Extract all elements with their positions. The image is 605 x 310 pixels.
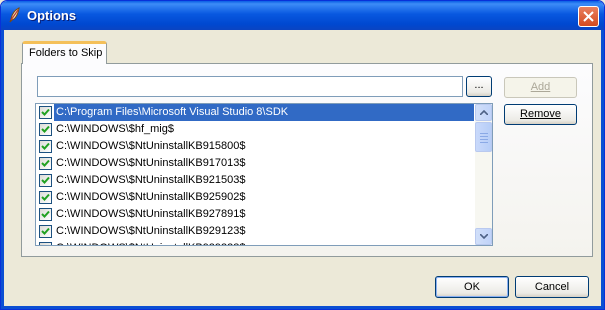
options-dialog: Options Folders to Skip ... Add Remove C… [0,0,605,310]
tab-folders-to-skip[interactable]: Folders to Skip [22,41,107,64]
checkmark-icon [41,176,50,184]
window-title: Options [27,8,77,23]
grip-line [480,136,488,137]
chevron-up-icon [480,110,488,115]
checkbox[interactable] [39,157,52,170]
window-frame-right [601,30,604,309]
skip-folder-list[interactable]: C:\Program Files\Microsoft Visual Studio… [35,103,493,246]
list-item[interactable]: C:\WINDOWS\$hf_mig$ [36,121,474,138]
scroll-thumb[interactable] [475,122,492,152]
add-button-label: Add [530,81,551,93]
folder-path-label: C:\WINDOWS\$NtUninstallKB929338$ [54,240,248,245]
grip-line [480,142,488,143]
window-frame-bottom [1,306,604,309]
checkbox[interactable] [39,174,52,187]
checkbox[interactable] [39,191,52,204]
folder-path-label: C:\WINDOWS\$NtUninstallKB929123$ [56,225,246,237]
list-item[interactable]: C:\Program Files\Microsoft Visual Studio… [36,104,474,121]
list-item[interactable]: C:\WINDOWS\$NtUninstallKB917013$ [36,155,474,172]
folder-path-label: C:\WINDOWS\$NtUninstallKB915800$ [56,140,246,152]
tab-label: Folders to Skip [29,47,103,59]
checkmark-icon [41,125,50,133]
checkmark-icon [41,159,50,167]
folder-path-label: C:\WINDOWS\$NtUninstallKB917013$ [56,157,246,169]
browse-button[interactable]: ... [466,76,492,97]
ok-button[interactable]: OK [435,276,509,298]
folder-path-input[interactable] [37,76,463,97]
checkmark-icon [41,142,50,150]
close-icon [583,11,594,22]
close-button[interactable] [578,6,599,27]
folder-path-label: C:\WINDOWS\$NtUninstallKB925902$ [56,191,246,203]
grip-line [480,139,488,140]
checkbox[interactable] [39,123,52,136]
checkmark-icon [41,108,50,116]
checkbox[interactable] [39,242,52,245]
skip-folder-rows: C:\Program Files\Microsoft Visual Studio… [36,104,474,245]
list-item[interactable]: C:\WINDOWS\$NtUninstallKB927891$ [36,206,474,223]
list-item[interactable]: C:\WINDOWS\$NtUninstallKB929123$ [36,223,474,240]
list-item[interactable]: C:\WINDOWS\$NtUninstallKB925902$ [36,189,474,206]
checkmark-icon [41,210,50,218]
checkbox[interactable] [39,225,52,238]
window-frame-left [1,30,4,309]
title-bar[interactable]: Options [1,1,604,30]
folder-path-label: C:\WINDOWS\$NtUninstallKB921503$ [56,174,246,186]
list-item[interactable]: C:\WINDOWS\$NtUninstallKB921503$ [36,172,474,189]
feather-icon [7,7,23,23]
scroll-up-button[interactable] [475,104,492,121]
checkmark-icon [41,227,50,235]
vertical-scrollbar[interactable] [475,104,492,245]
folder-path-label: C:\WINDOWS\$hf_mig$ [56,123,174,135]
checkmark-icon [48,244,49,245]
cancel-button[interactable]: Cancel [515,276,589,298]
grip-line [480,133,488,134]
folder-path-label: C:\Program Files\Microsoft Visual Studio… [54,104,474,121]
checkbox[interactable] [39,106,52,119]
checkbox[interactable] [39,208,52,221]
remove-button-label: Remove [520,108,561,120]
list-item[interactable]: C:\WINDOWS\$NtUninstallKB929338$ [36,240,474,245]
chevron-down-icon [480,234,488,239]
list-item[interactable]: C:\WINDOWS\$NtUninstallKB915800$ [36,138,474,155]
add-button[interactable]: Add [504,77,577,98]
checkbox[interactable] [39,140,52,153]
scroll-down-button[interactable] [475,228,492,245]
folder-path-label: C:\WINDOWS\$NtUninstallKB927891$ [56,208,246,220]
remove-button[interactable]: Remove [504,104,577,125]
checkmark-icon [41,193,50,201]
